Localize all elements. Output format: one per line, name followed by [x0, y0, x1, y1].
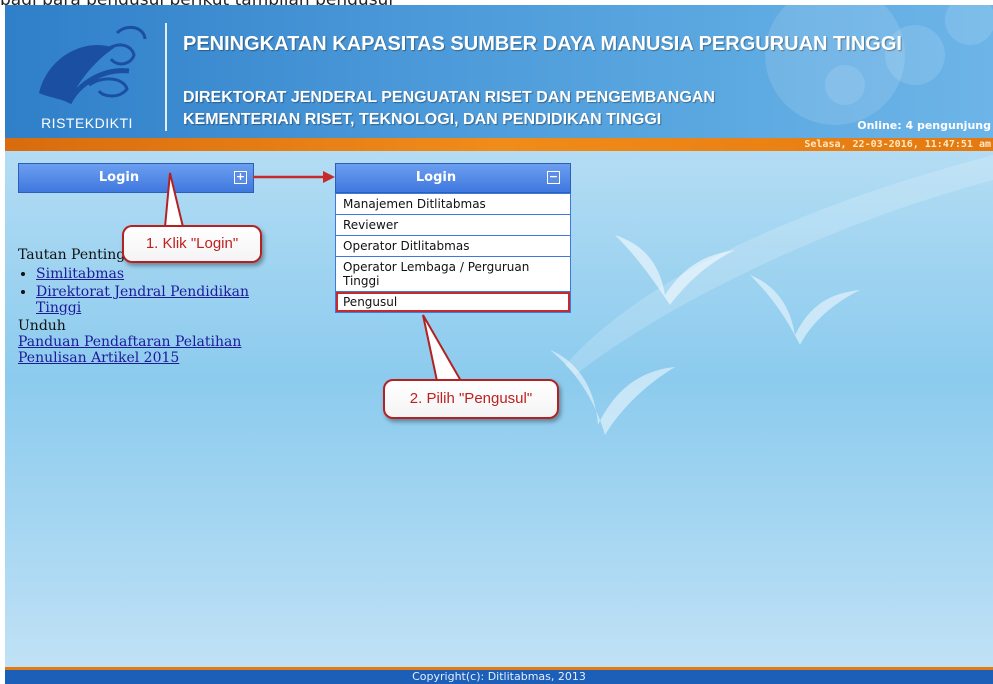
callout-step2: 2. Pilih "Pengusul" [383, 379, 559, 419]
callout-step1: 1. Klik "Login" [122, 225, 262, 263]
annotation-arrows [163, 171, 463, 382]
callout-tail [163, 172, 185, 228]
site-footer: Copyright(c): Ditlitabmas, 2013 [5, 670, 993, 684]
page-frame: RISTEKDIKTI PENINGKATAN KAPASITAS SUMBER… [5, 5, 993, 684]
callout-tail [422, 314, 463, 382]
arrow-head-icon [323, 171, 335, 183]
